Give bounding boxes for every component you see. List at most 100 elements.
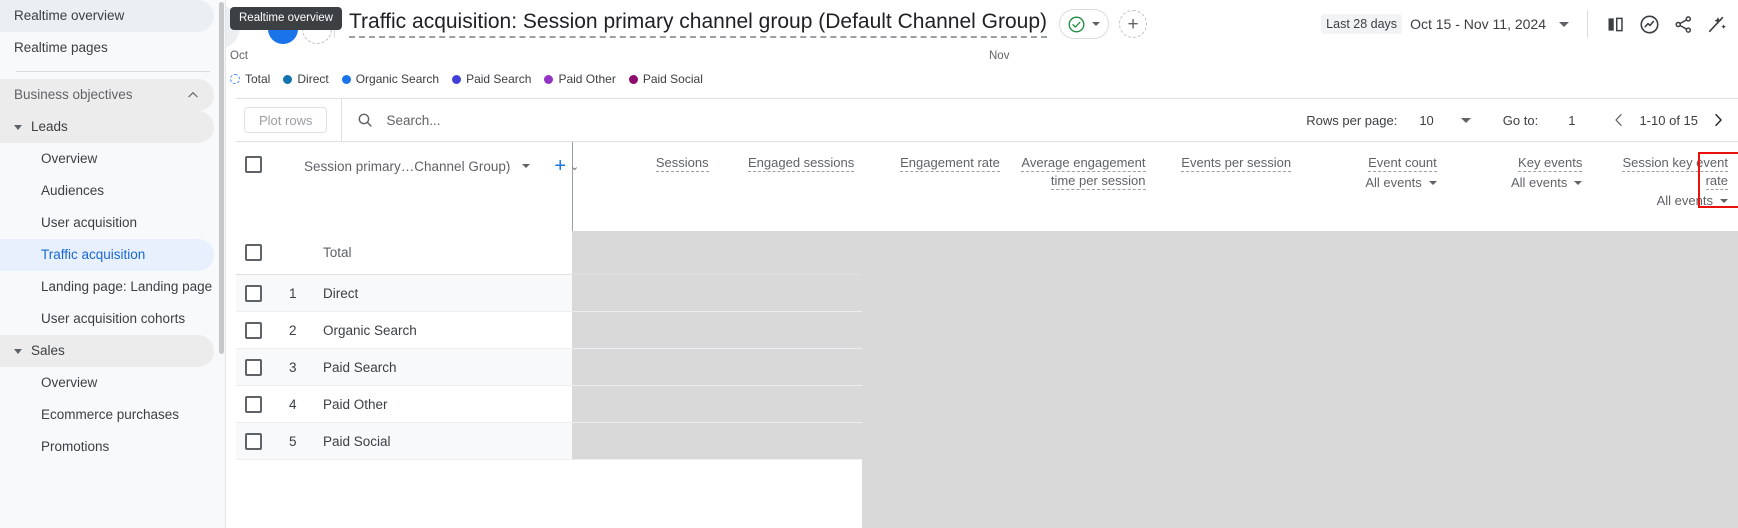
dimension-cell: 1 Direct bbox=[236, 275, 572, 311]
date-chevron-down-icon[interactable] bbox=[1559, 22, 1569, 27]
metric-header-cells: ⌄ Sessions Engaged sessions Engagement rate… bbox=[572, 142, 1738, 231]
row-index: 3 bbox=[289, 360, 313, 375]
column-header-label[interactable]: Engagement rate bbox=[900, 155, 1000, 172]
row-checkbox[interactable] bbox=[245, 359, 262, 376]
x-axis-tick-label: Oct bbox=[230, 50, 248, 62]
sidebar-item-label: Business objectives bbox=[14, 88, 133, 102]
sidebar-item-overview[interactable]: Overview bbox=[0, 143, 214, 175]
legend-item[interactable]: Paid Social bbox=[629, 72, 703, 86]
dimension-cell: 5Paid Social bbox=[236, 423, 572, 459]
sidebar-item-label: Promotions bbox=[41, 440, 109, 454]
column-header: Engagement rate bbox=[864, 142, 1010, 231]
sidebar-item-landing-page-landing-page[interactable]: Landing page: Landing page bbox=[0, 271, 214, 303]
column-header: Engaged sessions bbox=[719, 142, 865, 231]
sidebar-item-traffic-acquisition[interactable]: Traffic acquisition bbox=[0, 239, 214, 271]
add-comparison-button[interactable]: + bbox=[1119, 10, 1147, 38]
dimension-selector[interactable]: Session primary…Channel Group) + bbox=[304, 156, 566, 176]
rows-per-page-value[interactable]: 10 bbox=[1419, 113, 1433, 128]
dimension-cell: 2Organic Search bbox=[236, 312, 572, 348]
column-filter-selector[interactable]: All events bbox=[1457, 174, 1583, 192]
row-label: Total bbox=[323, 245, 352, 260]
row-checkbox[interactable] bbox=[245, 244, 262, 261]
sidebar-item-ecommerce-purchases[interactable]: Ecommerce purchases bbox=[0, 399, 214, 431]
row-checkbox[interactable] bbox=[245, 285, 262, 302]
legend-item[interactable]: Organic Search bbox=[342, 72, 439, 86]
legend-label: Direct bbox=[297, 72, 328, 86]
row-label: Direct bbox=[323, 286, 358, 301]
status-badge[interactable] bbox=[1059, 9, 1109, 39]
dimension-chevron-down-icon[interactable] bbox=[522, 164, 530, 168]
date-range-selector[interactable]: Oct 15 - Nov 11, 2024 bbox=[1410, 16, 1546, 32]
chevron-up-icon[interactable] bbox=[186, 88, 200, 102]
chevron-down-icon[interactable] bbox=[1092, 22, 1100, 26]
page-title: Traffic acquisition: Session primary cha… bbox=[349, 10, 1047, 38]
search-icon bbox=[356, 111, 374, 129]
sort-descending-icon[interactable]: ⌄ bbox=[570, 158, 579, 176]
rows-per-page-chevron-down-icon[interactable] bbox=[1461, 118, 1471, 123]
sidebar-item-user-acquisition-cohorts[interactable]: User acquisition cohorts bbox=[0, 303, 214, 335]
column-filter-selector[interactable]: All events bbox=[1311, 174, 1437, 192]
legend-label: Total bbox=[245, 72, 270, 86]
plot-rows-button[interactable]: Plot rows bbox=[244, 107, 327, 133]
sidebar-item-realtime-overview[interactable]: Realtime overview bbox=[0, 0, 214, 32]
column-header-label[interactable]: Engaged sessions bbox=[748, 155, 854, 172]
sidebar-item-audiences[interactable]: Audiences bbox=[0, 175, 214, 207]
next-page-button[interactable] bbox=[1710, 112, 1726, 128]
sidebar-item-label: Landing page: Landing page bbox=[41, 280, 212, 294]
legend-item[interactable]: Paid Search bbox=[452, 72, 531, 86]
row-label: Paid Other bbox=[323, 397, 388, 412]
row-label: Paid Search bbox=[323, 360, 397, 375]
left-navigation-sidebar: Realtime overviewRealtime pages Business … bbox=[0, 0, 226, 528]
column-header-label[interactable]: Events per session bbox=[1181, 155, 1291, 172]
sidebar-divider-line bbox=[16, 71, 210, 72]
sidebar-item-label: Audiences bbox=[41, 184, 104, 198]
share-icon[interactable] bbox=[1666, 7, 1700, 41]
sidebar-item-realtime-pages[interactable]: Realtime pages bbox=[0, 32, 214, 64]
column-header: Key events All events bbox=[1447, 142, 1593, 231]
column-filter-selector[interactable]: All events bbox=[1602, 192, 1728, 210]
caret-down-icon[interactable] bbox=[14, 125, 22, 130]
legend-item[interactable]: Paid Other bbox=[544, 72, 615, 86]
legend-item[interactable]: Total bbox=[230, 72, 270, 86]
caret-down-icon[interactable] bbox=[14, 349, 22, 354]
customize-icon[interactable] bbox=[1700, 7, 1734, 41]
row-index: 1 bbox=[289, 286, 313, 301]
row-checkbox[interactable] bbox=[245, 322, 262, 339]
column-header: Session key event rate All events bbox=[1592, 142, 1738, 231]
column-filter-chevron-down-icon[interactable] bbox=[1574, 181, 1582, 185]
search-placeholder: Search... bbox=[386, 113, 440, 128]
rows-per-page-label: Rows per page: bbox=[1306, 113, 1397, 128]
dimension-cell: 3 Paid Search bbox=[236, 349, 572, 385]
chart-footer: OctNov TotalDirectOrganic SearchPaid Sea… bbox=[226, 48, 1738, 98]
compare-icon[interactable] bbox=[1598, 7, 1632, 41]
sidebar-item-sales[interactable]: Sales bbox=[0, 335, 214, 367]
column-header-label[interactable]: Sessions bbox=[656, 155, 709, 172]
main-content: •• Traffic acquisition: Session primary … bbox=[226, 0, 1738, 528]
sidebar-item-label: Overview bbox=[41, 376, 97, 390]
select-all-checkbox[interactable] bbox=[245, 156, 262, 173]
row-checkbox[interactable] bbox=[245, 396, 262, 413]
insights-icon[interactable] bbox=[1632, 7, 1666, 41]
sidebar-item-leads[interactable]: Leads bbox=[0, 111, 214, 143]
sidebar-scrollbar[interactable] bbox=[219, 2, 224, 354]
legend-label: Organic Search bbox=[356, 72, 439, 86]
sidebar-item-user-acquisition[interactable]: User acquisition bbox=[0, 207, 214, 239]
column-filter-chevron-down-icon[interactable] bbox=[1720, 199, 1728, 203]
row-checkbox[interactable] bbox=[245, 433, 262, 450]
sidebar-item-business-objectives[interactable]: Business objectives bbox=[0, 79, 214, 111]
column-header-label[interactable]: Key events bbox=[1518, 155, 1582, 172]
legend-item[interactable]: Direct bbox=[283, 72, 328, 86]
dimension-cell: 4Paid Other bbox=[236, 386, 572, 422]
search-input[interactable]: Search... bbox=[356, 111, 440, 129]
column-header-label[interactable]: Average engagement time per session bbox=[1021, 155, 1145, 190]
go-to-value[interactable]: 1 bbox=[1568, 113, 1575, 128]
row-label: Paid Social bbox=[323, 434, 391, 449]
prev-page-button[interactable] bbox=[1611, 112, 1627, 128]
sidebar-item-promotions[interactable]: Promotions bbox=[0, 431, 214, 463]
column-header-label[interactable]: Session key event rate bbox=[1622, 155, 1728, 190]
column-header: ⌄ Sessions bbox=[573, 142, 719, 231]
sidebar-item-overview[interactable]: Overview bbox=[0, 367, 214, 399]
column-filter-chevron-down-icon[interactable] bbox=[1429, 181, 1437, 185]
column-header-label[interactable]: Event count bbox=[1368, 155, 1437, 172]
add-dimension-icon[interactable]: + bbox=[554, 156, 566, 176]
